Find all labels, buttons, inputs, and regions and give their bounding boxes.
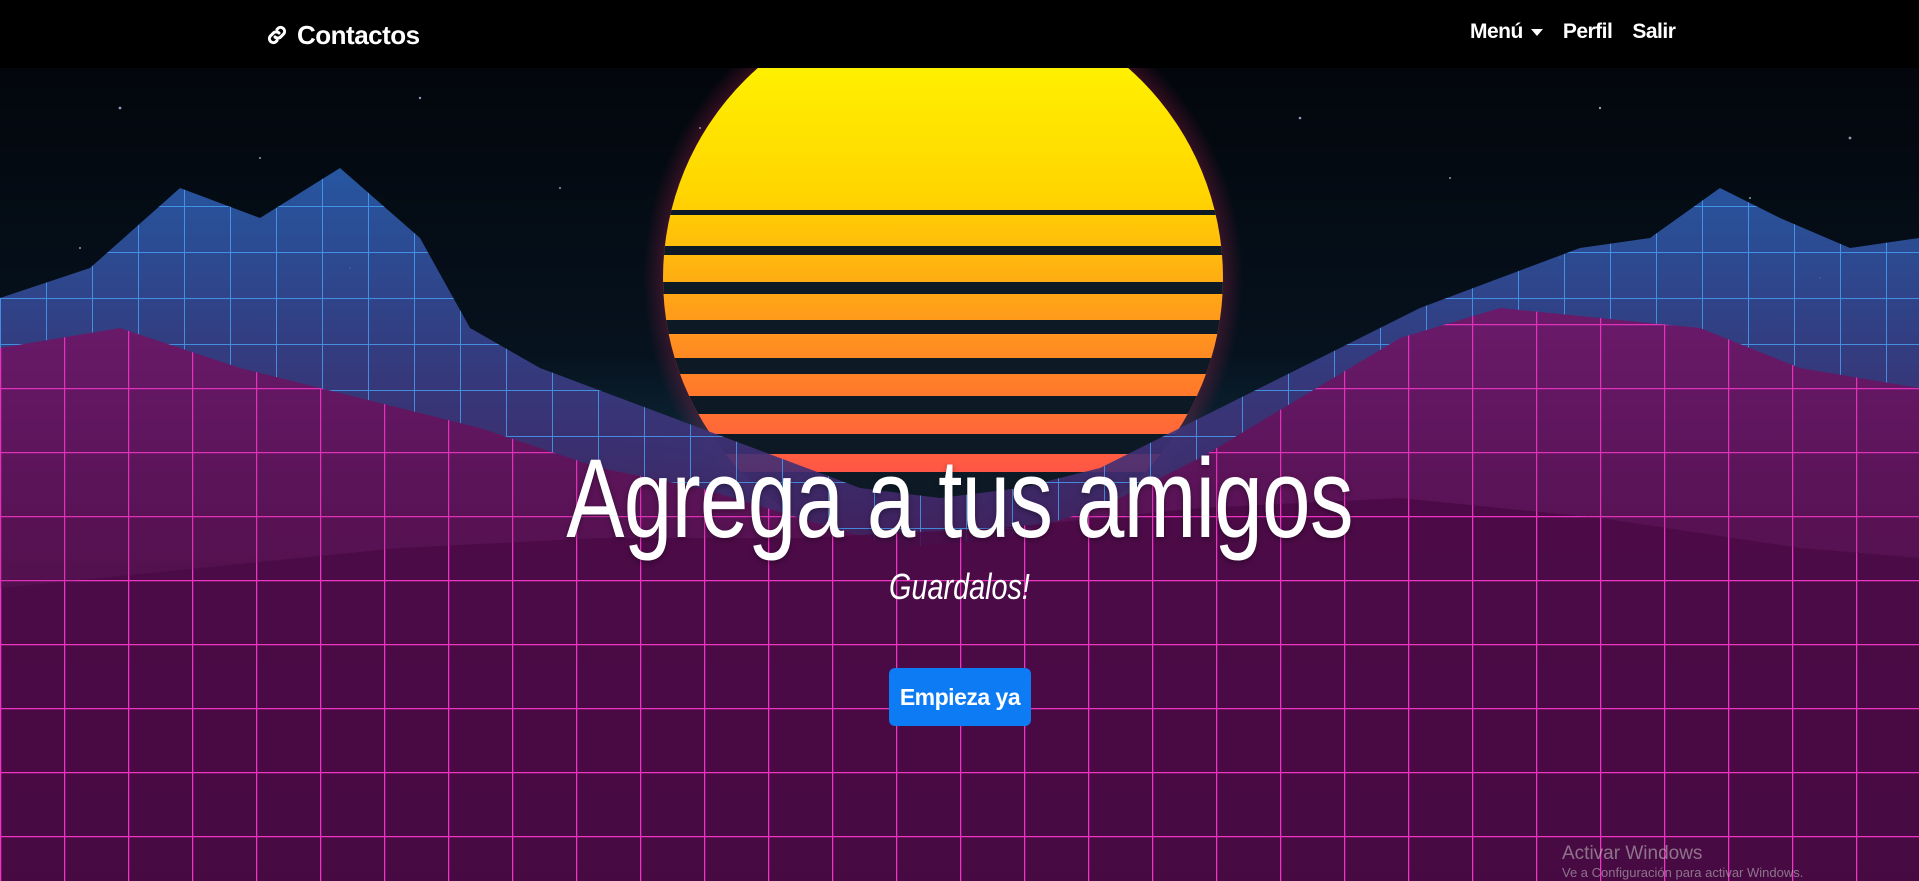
start-button[interactable]: Empieza ya [889,668,1031,726]
hero-subtitle: Guardalos! [889,566,1030,607]
logout-link[interactable]: Salir [1632,20,1676,44]
profile-label: Perfil [1562,20,1613,43]
hero-title: Agrega a tus amigos [566,436,1353,561]
link-icon [267,25,287,45]
hero-section: Agrega a tus amigos Guardalos! Empieza y… [0,68,1919,881]
caret-down-icon [1530,28,1543,36]
watermark-title: Activar Windows [1562,843,1703,864]
brand-link[interactable]: Contactos [265,18,420,52]
nav-links: Menú Perfil Salir [1470,20,1676,44]
logout-label: Salir [1632,20,1676,43]
brand-label: Contactos [297,19,420,50]
watermark-subtitle: Ve a Configuración para activar Windows. [1562,865,1804,880]
os-activation-watermark: Activar Windows Ve a Configuración para … [1562,843,1803,881]
menu-dropdown[interactable]: Menú [1470,20,1543,44]
profile-link[interactable]: Perfil [1563,20,1613,44]
menu-label: Menú [1470,20,1523,43]
navbar: Contactos Menú Perfil Salir [0,0,1919,68]
